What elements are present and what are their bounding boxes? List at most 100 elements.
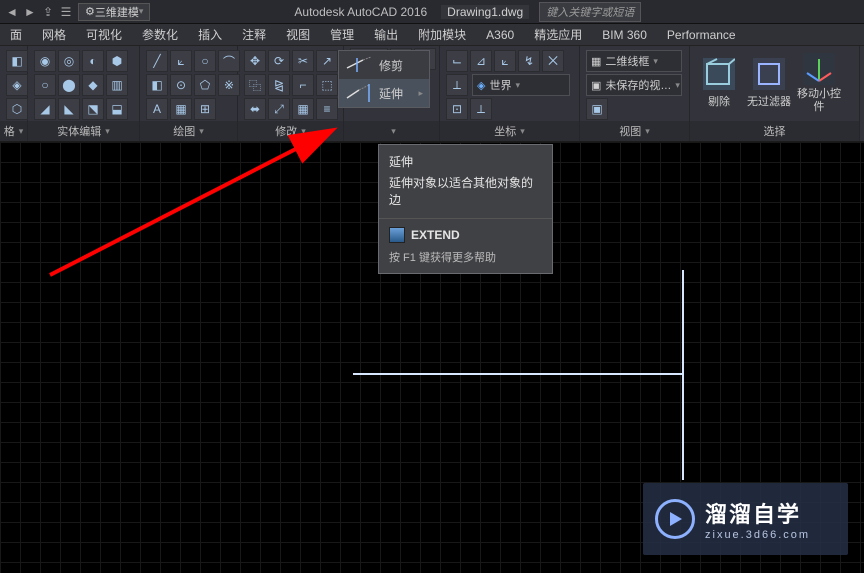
quick-access-toolbar: ◄ ► ⇪ ☰ (4, 4, 74, 20)
ribbon-icon[interactable]: ◐ (82, 50, 104, 72)
tab-mesh[interactable]: 网格 (32, 23, 76, 46)
trim-icon[interactable]: ✂ (292, 50, 314, 72)
visual-style-dropdown[interactable]: ▦二维线框▾ (586, 50, 682, 72)
ribbon-icon[interactable]: ▥ (106, 74, 128, 96)
mirror-icon[interactable]: ⧎ (268, 74, 290, 96)
tooltip-title: 延伸 (389, 153, 542, 170)
ribbon-icon[interactable]: ◣ (58, 98, 80, 120)
tab-output[interactable]: 输出 (364, 23, 408, 46)
flyout-trim[interactable]: 修剪 (339, 51, 429, 79)
view-icon[interactable]: ▣ (586, 98, 608, 120)
watermark: 溜溜自学 zixue.3d66.com (643, 483, 848, 555)
tab-surface[interactable]: 面 (0, 23, 32, 46)
app-title: Autodesk AutoCAD 2016 (294, 5, 427, 19)
cull-icon (703, 58, 735, 90)
panel-title-draw[interactable]: 绘图 (140, 121, 237, 141)
ribbon-icon[interactable]: ⬓ (106, 98, 128, 120)
world-ucs-dropdown[interactable]: ◈ 世界 ▾ (472, 74, 570, 96)
flyout-trim-label: 修剪 (379, 57, 403, 74)
panel-title-coord[interactable]: 坐标 (440, 121, 579, 141)
ribbon-icon[interactable]: ⊞ (194, 98, 216, 120)
ucs-icon[interactable]: ⊡ (446, 98, 468, 120)
tab-parametric[interactable]: 参数化 (132, 23, 188, 46)
ucs-icon[interactable]: ⟀ (494, 50, 516, 72)
ucs-icon[interactable]: ⟂ (446, 74, 468, 96)
ribbon-icon[interactable]: ↗ (316, 50, 338, 72)
submenu-arrow-icon: ▸ (418, 88, 423, 99)
panel-title-view[interactable]: 视图 (580, 121, 689, 141)
panel-title-section[interactable] (344, 121, 439, 141)
file-name: Drawing1.dwg (441, 5, 529, 19)
array-icon[interactable]: ▦ (292, 98, 314, 120)
print-icon[interactable]: ☰ (58, 4, 74, 20)
ribbon-icon[interactable]: ▦ (170, 98, 192, 120)
flyout-extend[interactable]: 延伸 ▸ (339, 79, 429, 107)
ribbon-icon[interactable]: ≡ (316, 98, 338, 120)
ribbon-icon[interactable]: ⊙ (170, 74, 192, 96)
arc-icon[interactable]: ⌒ (218, 50, 240, 72)
ribbon-icon[interactable]: ○ (34, 74, 56, 96)
tab-annotate[interactable]: 注释 (232, 23, 276, 46)
ribbon-icon[interactable]: ⬢ (106, 50, 128, 72)
tab-performance[interactable]: Performance (657, 25, 746, 45)
polyline-icon[interactable]: ⟀ (170, 50, 192, 72)
extend-tooltip: 延伸 延伸对象以适合其他对象的边 EXTEND 按 F1 键获得更多帮助 (378, 144, 553, 274)
panel-title-modify[interactable]: 修改 (238, 121, 343, 141)
nofilter-button[interactable]: 无过滤器 (746, 50, 792, 116)
ribbon-icon[interactable]: ⬡ (6, 98, 28, 120)
stretch-icon[interactable]: ⬌ (244, 98, 266, 120)
fillet-icon[interactable]: ⌐ (292, 74, 314, 96)
watermark-play-icon (655, 499, 695, 539)
scale-icon[interactable]: ⤢ (268, 98, 290, 120)
ribbon-icon[interactable]: ◧ (6, 50, 28, 72)
arrow-right-icon[interactable]: ► (22, 4, 38, 20)
move-icon[interactable]: ✥ (244, 50, 266, 72)
gizmo-button[interactable]: 移动小控件 (796, 50, 842, 116)
ribbon-icon[interactable]: ◈ (6, 74, 28, 96)
gizmo-icon (803, 53, 835, 85)
cull-button[interactable]: 剔除 (696, 50, 742, 116)
ribbon-icon[interactable]: ⬔ (82, 98, 104, 120)
ribbon-icon[interactable]: ◎ (58, 50, 80, 72)
tab-addins[interactable]: 附加模块 (408, 23, 476, 46)
ucs-icon[interactable]: ⨉ (542, 50, 564, 72)
tooltip-description: 延伸对象以适合其他对象的边 (389, 174, 542, 208)
search-box[interactable]: 键入关键字或短语 (539, 2, 641, 22)
share-icon[interactable]: ⇪ (40, 4, 56, 20)
extend-command-icon (389, 227, 405, 243)
panel-title-grid[interactable]: 格 (0, 121, 27, 141)
tab-featured[interactable]: 精选应用 (524, 23, 592, 46)
ucs-icon[interactable]: ⌙ (446, 50, 468, 72)
tab-visualize[interactable]: 可视化 (76, 23, 132, 46)
workspace-dropdown[interactable]: ⚙ 三维建模 ▾ (78, 3, 150, 21)
tab-insert[interactable]: 插入 (188, 23, 232, 46)
saved-view-dropdown[interactable]: ▣未保存的视…▾ (586, 74, 682, 96)
ribbon-icon[interactable]: ⬤ (58, 74, 80, 96)
filter-icon (753, 58, 785, 90)
tab-view[interactable]: 视图 (276, 23, 320, 46)
copy-icon[interactable]: ⿻ (244, 74, 266, 96)
ribbon-icon[interactable]: ◆ (82, 74, 104, 96)
tab-manage[interactable]: 管理 (320, 23, 364, 46)
line-icon[interactable]: ╱ (146, 50, 168, 72)
ribbon-icon[interactable]: ◢ (34, 98, 56, 120)
ribbon-icon[interactable]: A (146, 98, 168, 120)
ucs-icon[interactable]: ⟂ (470, 98, 492, 120)
arrow-left-icon[interactable]: ◄ (4, 4, 20, 20)
ribbon-icon[interactable]: ◧ (146, 74, 168, 96)
drawn-line-vertical (682, 270, 684, 480)
ribbon-icon[interactable]: ※ (218, 74, 240, 96)
rotate-icon[interactable]: ⟳ (268, 50, 290, 72)
ribbon-icon[interactable]: ⬠ (194, 74, 216, 96)
ribbon-icon[interactable]: ⬚ (316, 74, 338, 96)
ucs-icon[interactable]: ⊿ (470, 50, 492, 72)
tab-bim360[interactable]: BIM 360 (592, 25, 657, 45)
circle-icon[interactable]: ○ (194, 50, 216, 72)
ucs-icon[interactable]: ↯ (518, 50, 540, 72)
drawn-line-horizontal (353, 373, 683, 375)
tab-a360[interactable]: A360 (476, 25, 524, 45)
panel-title-select: 选择 (690, 121, 859, 141)
panel-title-solid-edit[interactable]: 实体编辑 (28, 121, 139, 141)
ribbon-icon[interactable]: ◉ (34, 50, 56, 72)
extend-icon (345, 84, 373, 102)
